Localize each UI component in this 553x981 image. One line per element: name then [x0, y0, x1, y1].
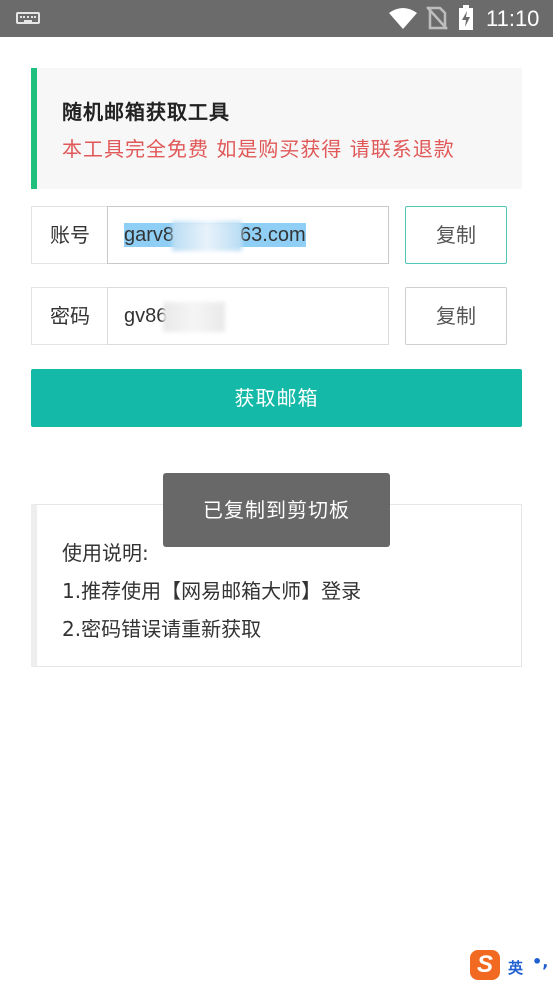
status-time: 11:10	[486, 6, 540, 31]
password-redaction	[163, 301, 226, 332]
password-row: 密码 gv86 复制	[31, 287, 507, 345]
account-label: 账号	[31, 206, 108, 264]
ime-indicator[interactable]: S 英 •,	[468, 950, 553, 981]
instructions-heading: 使用说明:	[62, 541, 149, 565]
password-field[interactable]: gv86	[107, 287, 389, 345]
instruction-item: 1.推荐使用【网易邮箱大师】登录	[62, 579, 362, 603]
account-value-suffix: 63.com	[240, 224, 306, 246]
page-title: 随机邮箱获取工具	[62, 100, 230, 124]
sogou-logo-icon: S	[470, 950, 500, 980]
account-row: 账号 garv8 63.com 复制	[31, 206, 507, 264]
instruction-item: 2.密码错误请重新获取	[62, 617, 262, 641]
keyboard-icon	[16, 12, 40, 24]
battery-charging-icon	[459, 5, 473, 30]
ime-punctuation-icon: •,	[532, 952, 549, 971]
copied-toast: 已复制到剪切板	[163, 473, 390, 547]
copy-account-button[interactable]: 复制	[405, 206, 507, 264]
account-value-selection: garv8 63.com	[124, 220, 306, 251]
copy-password-button[interactable]: 复制	[405, 287, 507, 345]
wifi-icon	[389, 8, 417, 29]
get-email-button[interactable]: 获取邮箱	[31, 369, 522, 427]
no-sim-icon	[426, 6, 448, 30]
header-card: 随机邮箱获取工具 本工具完全免费 如是购买获得 请联系退款	[31, 68, 522, 189]
account-field[interactable]: garv8 63.com	[107, 206, 389, 264]
password-value-prefix: gv86	[124, 305, 168, 327]
account-redaction	[172, 220, 243, 251]
account-value-prefix: garv8	[124, 224, 175, 246]
free-notice: 本工具完全免费 如是购买获得 请联系退款	[62, 137, 455, 161]
password-label: 密码	[31, 287, 108, 345]
status-bar: 11:10	[0, 0, 553, 37]
ime-language: 英	[508, 959, 524, 977]
